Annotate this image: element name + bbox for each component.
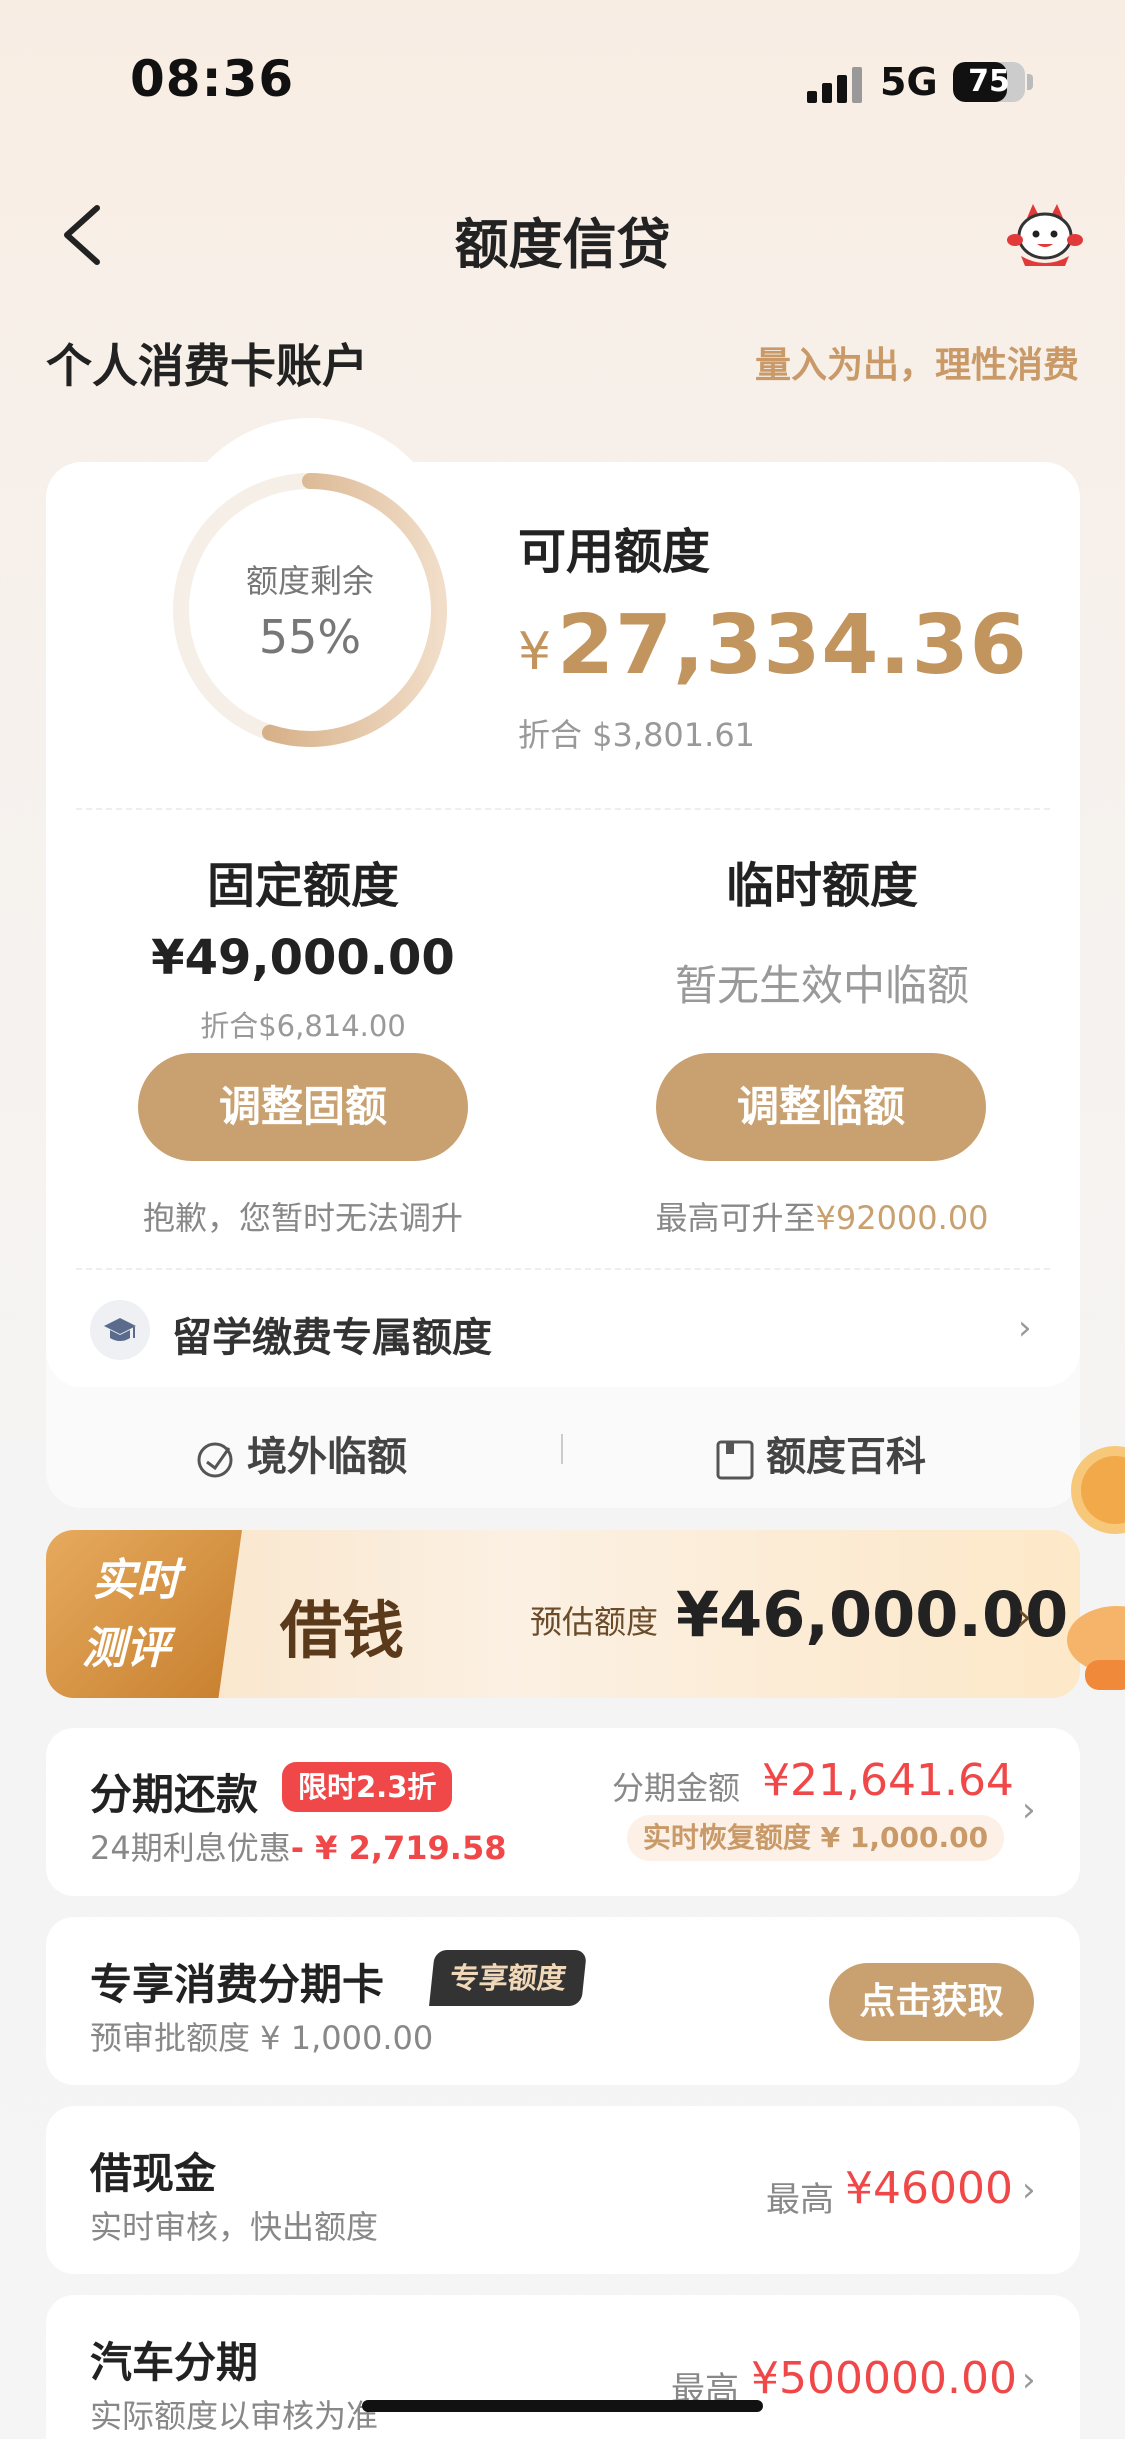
fixed-amount: ¥49,000.00 (151, 930, 455, 986)
get-card-button[interactable]: 点击获取 (829, 1963, 1034, 2041)
exclusive-title: 专享消费分期卡 (90, 1960, 385, 2009)
installment-amount-label: 分期金额 (612, 1769, 741, 1807)
ring-label: 额度剩余 (245, 562, 374, 600)
fixed-converted: 折合$6,814.00 (200, 1009, 406, 1043)
temporary-note-value: ¥92000.00 (815, 1199, 989, 1237)
temporary-title: 临时额度 (725, 858, 918, 914)
fixed-title: 固定额度 (206, 858, 399, 914)
preapproved-quota: 预审批额度 ¥ 1,000.00 (90, 2019, 434, 2057)
installment-title: 分期还款 (90, 1770, 259, 1819)
divider (76, 808, 1050, 810)
ring-percent: 55% (258, 610, 362, 664)
temporary-note-prefix: 最高可升至 (655, 1199, 816, 1237)
borrow-title: 借钱 (280, 1594, 405, 1667)
page-title: 额度信贷 (454, 213, 671, 276)
car-loan-title: 汽车分期 (90, 2338, 259, 2387)
quota-wiki-label: 额度百科 (766, 1434, 926, 1480)
divider (76, 1268, 1050, 1270)
realtime-badge: 实时 测评 (46, 1530, 242, 1698)
study-quota-link[interactable]: 留学缴费专属额度 (172, 1305, 492, 1363)
signal-icon (807, 65, 863, 103)
adjust-fixed-button[interactable]: 调整固额 (138, 1053, 468, 1161)
available-converted: 折合 $3,801.61 (518, 716, 756, 754)
badge-line1: 实时 (92, 1555, 180, 1606)
badge-line2: 测评 (82, 1623, 170, 1674)
cash-loan-sub: 实时审核，快出额度 (90, 2208, 379, 2246)
account-title: 个人消费卡账户 (46, 339, 368, 393)
home-indicator[interactable] (362, 2400, 763, 2412)
interest-discount-label: 24期利息优惠 (90, 1829, 291, 1867)
graduation-cap-icon (90, 1300, 150, 1360)
overseas-quota-label: 境外临额 (247, 1434, 407, 1480)
exclusive-tag: 专享额度 (429, 1950, 587, 2006)
cash-loan-max-value: ¥46000 (845, 2163, 1013, 2214)
battery-icon: 75 (953, 62, 1025, 102)
cash-loan-max-label: 最高 (766, 2180, 834, 2220)
chevron-right-icon[interactable]: › (1022, 1790, 1036, 1830)
temporary-status: 暂无生效中临额 (674, 961, 969, 1010)
overseas-icon (197, 1442, 233, 1478)
battery-level: 75 (968, 64, 1010, 99)
car-loan-max-value: ¥500000.00 (751, 2353, 1017, 2404)
slogan: 量入为出，理性消费 (754, 345, 1079, 386)
quota-wiki-link[interactable]: 额度百科 (714, 1424, 926, 1480)
cash-loan-title: 借现金 (90, 2149, 217, 2198)
installment-amount: ¥21,641.64 (762, 1755, 1014, 1806)
adjust-temporary-button[interactable]: 调整临额 (656, 1053, 986, 1161)
currency-symbol: ¥ (518, 622, 552, 682)
overseas-quota-link[interactable]: 境外临额 (195, 1424, 407, 1480)
available-label: 可用额度 (518, 524, 711, 580)
status-time: 08:36 (130, 50, 295, 108)
link-divider (561, 1434, 563, 1464)
interest-discount: 24期利息优惠- ¥ 2,719.58 (90, 1823, 506, 1869)
available-amount: 27,334.36 (557, 598, 1028, 693)
chevron-right-icon[interactable]: › (1018, 1308, 1032, 1348)
battery-tip (1027, 74, 1033, 90)
mascot-icon[interactable] (1005, 200, 1085, 270)
temporary-note: 最高可升至¥92000.00 (612, 1193, 1032, 1239)
car-loan-sub: 实际额度以审核为准 (90, 2397, 379, 2435)
chevron-right-icon[interactable]: › (1022, 2360, 1036, 2400)
interest-discount-value: - ¥ 2,719.58 (290, 1829, 507, 1867)
discount-tag: 限时2.3折 (282, 1762, 453, 1812)
restore-quota-badge: 实时恢复额度 ¥ 1,000.00 (627, 1815, 1004, 1861)
network-type: 5G (880, 60, 938, 104)
estimate-label: 预估额度 (530, 1603, 659, 1641)
estimate-amount: ¥46,000.00 (676, 1578, 1069, 1651)
chevron-right-icon[interactable]: › (1022, 2170, 1036, 2210)
fixed-note: 抱歉，您暂时无法调升 (142, 1199, 463, 1237)
chevron-right-icon[interactable]: › (1016, 1594, 1032, 1640)
book-icon (716, 1440, 754, 1480)
coin-decoration-icon (1055, 1440, 1125, 1700)
